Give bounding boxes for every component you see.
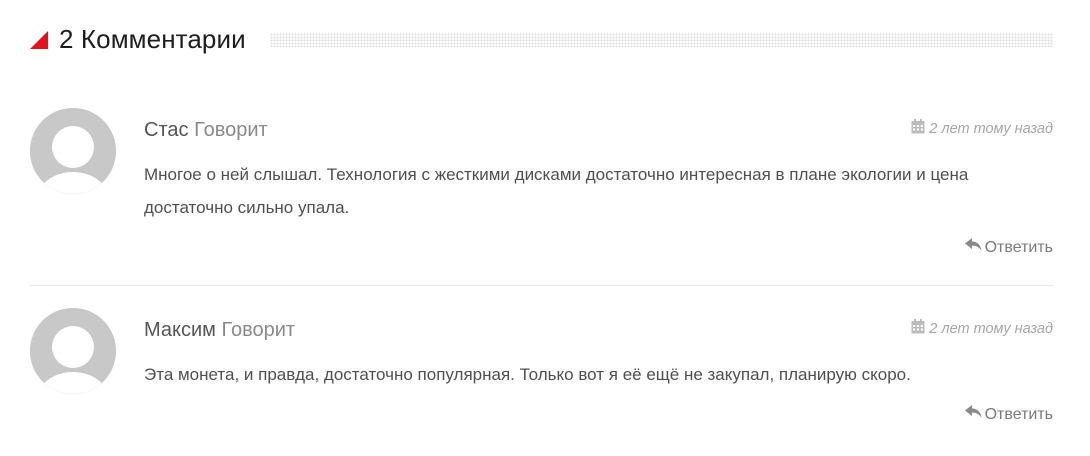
comments-section: 2 Комментарии Стас Говорит 2 лет тому на… [0, 0, 1090, 456]
comment-text: Многое о ней слышал. Технология с жестки… [144, 165, 969, 217]
reply-button[interactable]: Ответить [964, 238, 1053, 257]
comment-meta: Максим Говорит [144, 319, 295, 342]
comment-date[interactable]: 2 лет тому назад [911, 319, 1053, 338]
comment-author[interactable]: Стас [144, 119, 189, 141]
reply-label: Ответить [984, 405, 1053, 423]
comment-author[interactable]: Максим [144, 319, 216, 341]
reply-arrow-icon [964, 238, 982, 257]
comment-date-text: 2 лет тому назад [929, 120, 1053, 137]
reply-label: Ответить [984, 238, 1053, 256]
comment-date-text: 2 лет тому назад [929, 320, 1053, 337]
comment-date[interactable]: 2 лет тому назад [911, 119, 1053, 138]
title-dotted-divider [269, 33, 1053, 47]
calendar-icon [911, 119, 925, 138]
comment-item: Максим Говорит 2 лет тому назад Эта моне… [30, 307, 1053, 437]
comment-text: Эта монета, и правда, достаточно популяр… [144, 365, 911, 384]
comment-item: Стас Говорит 2 лет тому назад Многое о н… [30, 107, 1053, 286]
comment-says-label: Говорит [194, 119, 268, 141]
comments-header: 2 Комментарии [30, 22, 1053, 56]
comment-says-label: Говорит [221, 319, 296, 341]
comments-title: 2 Комментарии [59, 23, 246, 54]
default-user-avatar-icon [30, 108, 116, 194]
reply-arrow-icon [964, 405, 982, 424]
red-triangle-icon [30, 31, 48, 49]
calendar-icon [911, 319, 925, 338]
default-user-avatar-icon [30, 308, 116, 394]
reply-button[interactable]: Ответить [964, 405, 1053, 424]
comment-meta: Стас Говорит [144, 119, 268, 142]
